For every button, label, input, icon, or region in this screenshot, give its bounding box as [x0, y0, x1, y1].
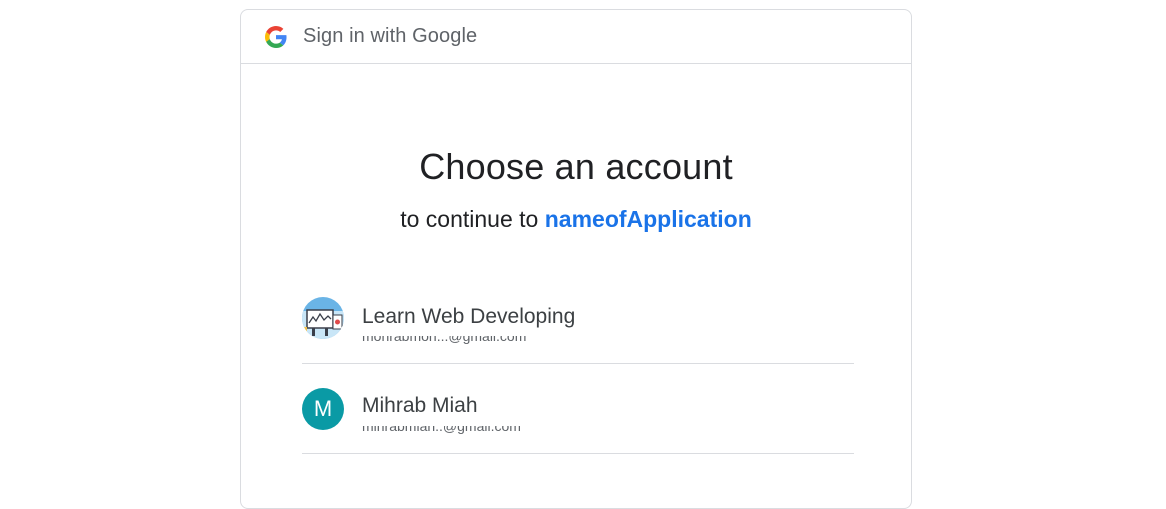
subtitle-prefix: to continue to [400, 206, 545, 232]
account-name: Mihrab Miah [362, 394, 478, 417]
avatar [302, 297, 344, 339]
account-item[interactable]: M Mihrab Miah mihrabmiah..@gmail.com [302, 364, 854, 454]
account-list: Learn Web Developing mohrabmoh...@gmail.… [302, 274, 854, 454]
card-header: Sign in with Google [241, 10, 911, 64]
page-title: Choose an account [419, 146, 733, 187]
app-name-link[interactable]: nameofApplication [545, 206, 752, 232]
avatar: M [302, 388, 344, 430]
account-item[interactable]: Learn Web Developing mohrabmoh...@gmail.… [302, 274, 854, 364]
channel-thumbnail-image [302, 297, 344, 339]
account-name: Learn Web Developing [362, 305, 576, 328]
account-email-obscured: mohrabmoh...@gmail.com [362, 336, 527, 344]
sign-in-card: Sign in with Google Choose an account to… [240, 9, 912, 509]
header-title: Sign in with Google [303, 25, 478, 47]
page-subtitle: to continue to nameofApplication [241, 206, 911, 233]
google-g-icon [265, 25, 287, 48]
account-email-obscured: mihrabmiah..@gmail.com [362, 426, 521, 434]
